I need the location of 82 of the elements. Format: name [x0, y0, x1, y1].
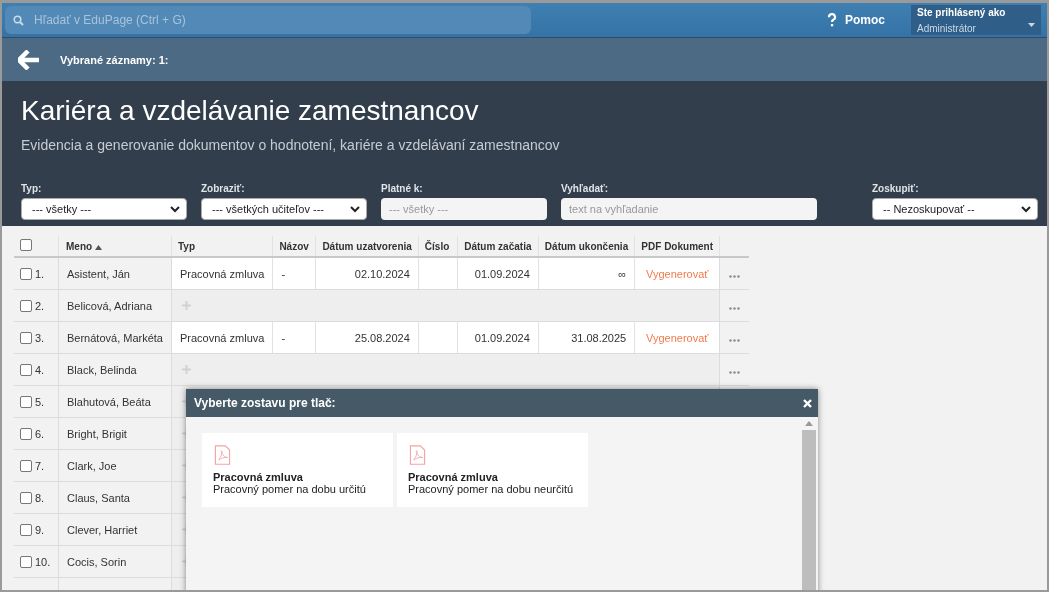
- filter-label: Zobraziť:: [201, 183, 246, 194]
- row-checkbox[interactable]: [20, 491, 32, 504]
- row-checkbox[interactable]: [20, 363, 32, 376]
- row-number: 9.: [35, 523, 45, 536]
- table-cell: 31.08.2025: [571, 331, 627, 344]
- row-checkbox[interactable]: [20, 459, 32, 472]
- page-subtitle: Evidencia a generovanie dokumentov o hodnotení, kariére a vzdelávaní zamestnancov: [21, 137, 561, 153]
- select-all-checkbox[interactable]: [20, 239, 32, 251]
- row-number: 2.: [35, 299, 45, 312]
- report-description: Pracovný pomer na dobu určitú: [213, 483, 366, 495]
- table-cell: -: [281, 331, 286, 344]
- row-checkbox[interactable]: [20, 267, 32, 280]
- more-icon[interactable]: [729, 370, 741, 374]
- pdf-file-icon: [213, 445, 232, 465]
- table-cell: Pracovná zmluva: [180, 331, 265, 344]
- table-cell: ∞: [618, 267, 627, 280]
- search-field[interactable]: text na vyhľadanie: [561, 198, 817, 220]
- dropdown[interactable]: --- všetky ---: [21, 198, 187, 220]
- table-cell: 02.10.2024: [354, 267, 410, 280]
- row-checkbox[interactable]: [20, 331, 32, 344]
- user-role: Administrátor: [917, 23, 976, 34]
- table-cell: -: [281, 267, 286, 280]
- column-header[interactable]: Dátum začatia: [464, 240, 532, 252]
- row-checkbox[interactable]: [20, 523, 32, 536]
- dialog-title: Vyberte zostavu pre tlač:: [194, 396, 336, 410]
- date-field[interactable]: --- všetky ---: [381, 198, 547, 220]
- column-header[interactable]: Číslo: [424, 240, 450, 252]
- user-menu[interactable]: Ste prihlásený ako Administrátor: [911, 5, 1041, 35]
- filter-label: Zoskupiť:: [872, 183, 920, 194]
- dropdown[interactable]: --- všetkých učiteľov ---: [201, 198, 367, 220]
- row-number: 4.: [35, 363, 45, 376]
- table-cell: 25.08.2024: [354, 331, 410, 344]
- search-icon: [13, 14, 24, 26]
- caret-icon: [1028, 23, 1035, 27]
- dropdown[interactable]: -- Nezoskupovať --: [872, 198, 1038, 220]
- back-arrow-icon[interactable]: [18, 49, 40, 70]
- more-icon[interactable]: [729, 306, 741, 310]
- help-button[interactable]: Pomoc: [821, 12, 891, 28]
- table-cell: Pracovná zmluva: [180, 267, 265, 280]
- selection-label: Vybrané záznamy: 1:: [60, 53, 169, 66]
- row-checkbox[interactable]: [20, 395, 32, 408]
- column-header[interactable]: Meno: [66, 240, 93, 252]
- column-header[interactable]: Dátum uzatvorenia: [322, 240, 412, 252]
- row-number: 10.: [35, 555, 51, 568]
- row-number: 6.: [35, 427, 45, 440]
- row-checkbox[interactable]: [20, 427, 32, 440]
- employee-name[interactable]: Clark, Joe: [67, 459, 117, 472]
- report-card[interactable]: Pracovná zmluva Pracovný pomer na dobu určitú: [202, 433, 393, 507]
- report-card[interactable]: Pracovná zmluva Pracovný pomer na dobu neurčitú: [397, 433, 588, 507]
- row-number: 7.: [35, 459, 45, 472]
- page-title: Kariéra a vzdelávanie zamestnancov: [21, 95, 479, 127]
- column-header[interactable]: Dátum ukončenia: [544, 240, 629, 252]
- row-checkbox[interactable]: [20, 299, 32, 312]
- row-number: 8.: [35, 491, 45, 504]
- filter-label: Vyhľadať:: [561, 183, 610, 194]
- column-header[interactable]: PDF Dokument: [641, 240, 714, 252]
- column-header[interactable]: Názov: [279, 240, 309, 252]
- report-title: Pracovná zmluva: [213, 471, 303, 483]
- user-heading: Ste prihlásený ako: [917, 7, 1007, 18]
- chevron-icon: [350, 205, 360, 213]
- row-number: 5.: [35, 395, 45, 408]
- more-icon[interactable]: [729, 338, 741, 342]
- search-field[interactable]: Hľadať v EduPage (Ctrl + G): [32, 12, 516, 28]
- table-cell: 01.09.2024: [474, 267, 530, 280]
- close-icon[interactable]: [803, 398, 812, 408]
- search-bar[interactable]: Hľadať v EduPage (Ctrl + G): [5, 6, 531, 34]
- filter-label: Typ:: [21, 183, 43, 194]
- row-number: 3.: [35, 331, 45, 344]
- scrollbar[interactable]: [802, 421, 816, 590]
- row-number: 1.: [35, 267, 45, 280]
- chevron-icon: [170, 205, 180, 213]
- pdf-file-icon: [408, 445, 427, 465]
- report-description: Pracovný pomer na dobu neurčitú: [408, 483, 574, 495]
- column-header[interactable]: Typ: [178, 240, 196, 252]
- more-icon[interactable]: [729, 274, 741, 278]
- report-title: Pracovná zmluva: [408, 471, 498, 483]
- question-icon: [827, 13, 837, 27]
- table-cell: 01.09.2024: [474, 331, 530, 344]
- row-checkbox[interactable]: [20, 555, 32, 568]
- filter-label: Platné k:: [381, 183, 424, 194]
- chevron-icon: [1021, 205, 1031, 213]
- scroll-up-icon[interactable]: [805, 421, 813, 426]
